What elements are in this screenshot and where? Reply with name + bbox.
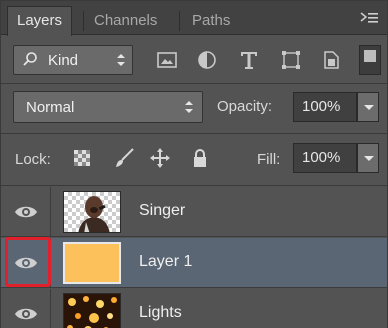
opacity-field[interactable]: 100%: [293, 92, 357, 122]
fill-dropdown-button[interactable]: [357, 143, 379, 173]
highlight-annotation-box: [5, 237, 51, 287]
layer-thumbnail-layer-1: [63, 242, 121, 284]
lock-all-icon[interactable]: [189, 147, 211, 169]
shape-filter-icon[interactable]: [279, 49, 303, 71]
fill-field[interactable]: 100%: [293, 143, 357, 173]
divider: [1, 185, 387, 186]
eye-icon[interactable]: [14, 203, 38, 221]
singer-thumbnail-image: [78, 196, 110, 232]
blend-mode-select[interactable]: Normal: [13, 91, 203, 123]
tab-channels[interactable]: Channels: [85, 7, 166, 35]
layer-name[interactable]: Singer: [139, 202, 185, 220]
divider: [1, 83, 387, 84]
updown-arrows-icon: [117, 54, 125, 66]
lock-transparent-pixels-icon[interactable]: [71, 147, 93, 169]
layers-panel: Layers Channels Paths Kind Normal Opacit…: [0, 0, 388, 328]
blend-mode-label: Normal: [26, 99, 75, 116]
image-filter-icon[interactable]: [155, 49, 179, 71]
opacity-dropdown-button[interactable]: [357, 92, 379, 122]
adjustment-filter-icon[interactable]: [195, 49, 219, 71]
layer-row-lights[interactable]: Lights: [1, 289, 387, 328]
filter-kind-label: Kind: [48, 52, 79, 69]
panel-menu-icon[interactable]: [359, 10, 379, 26]
type-filter-icon[interactable]: [237, 49, 261, 71]
visibility-cell[interactable]: [1, 289, 51, 328]
visibility-cell[interactable]: [1, 187, 51, 237]
tab-separator: [83, 11, 84, 31]
layer-name[interactable]: Layer 1: [139, 253, 192, 271]
eye-icon[interactable]: [14, 305, 38, 323]
layer-thumbnail-singer: [63, 191, 121, 233]
tab-separator: [179, 11, 180, 31]
layer-name[interactable]: Lights: [139, 304, 182, 322]
tab-paths[interactable]: Paths: [183, 7, 239, 35]
divider: [1, 133, 387, 134]
toggle-knob: [364, 50, 376, 62]
layer-row-layer-1[interactable]: Layer 1: [1, 238, 387, 288]
lock-label: Lock:: [15, 151, 51, 168]
opacity-label: Opacity:: [217, 98, 273, 115]
fill-label: Fill:: [257, 151, 281, 168]
layer-row-singer[interactable]: Singer: [1, 187, 387, 237]
lights-thumbnail-image: [67, 296, 117, 328]
panel-tab-bar: Layers Channels Paths: [1, 1, 387, 36]
layer-thumbnail-lights: [63, 293, 121, 328]
filter-toggle-switch[interactable]: [359, 45, 381, 75]
lock-image-pixels-icon[interactable]: [113, 147, 135, 169]
smart-object-filter-icon[interactable]: [319, 49, 343, 71]
lock-position-icon[interactable]: [149, 147, 171, 169]
tab-layers[interactable]: Layers: [7, 6, 73, 36]
search-icon: [23, 52, 37, 66]
updown-arrows-icon: [185, 101, 193, 113]
filter-kind-select[interactable]: Kind: [13, 45, 133, 75]
